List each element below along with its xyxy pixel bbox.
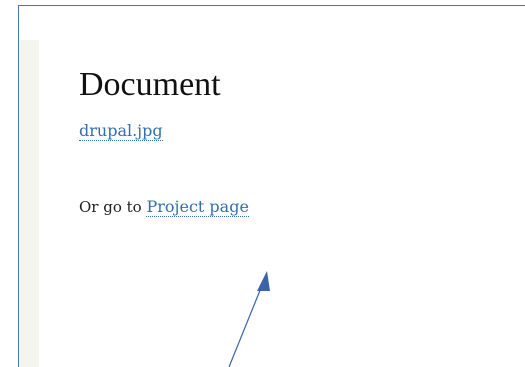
goto-prefix: Or go to: [79, 198, 147, 216]
file-link[interactable]: drupal.jpg: [79, 122, 163, 141]
left-gutter: [19, 40, 39, 367]
goto-line: Or go to Project page: [79, 197, 249, 217]
screenshot-canvas: Document drupal.jpg Or go to Project pag…: [0, 0, 525, 367]
project-page-link[interactable]: Project page: [146, 197, 249, 217]
page-title: Document: [79, 66, 221, 103]
main-content: Document drupal.jpg Or go to Project pag…: [79, 66, 249, 217]
